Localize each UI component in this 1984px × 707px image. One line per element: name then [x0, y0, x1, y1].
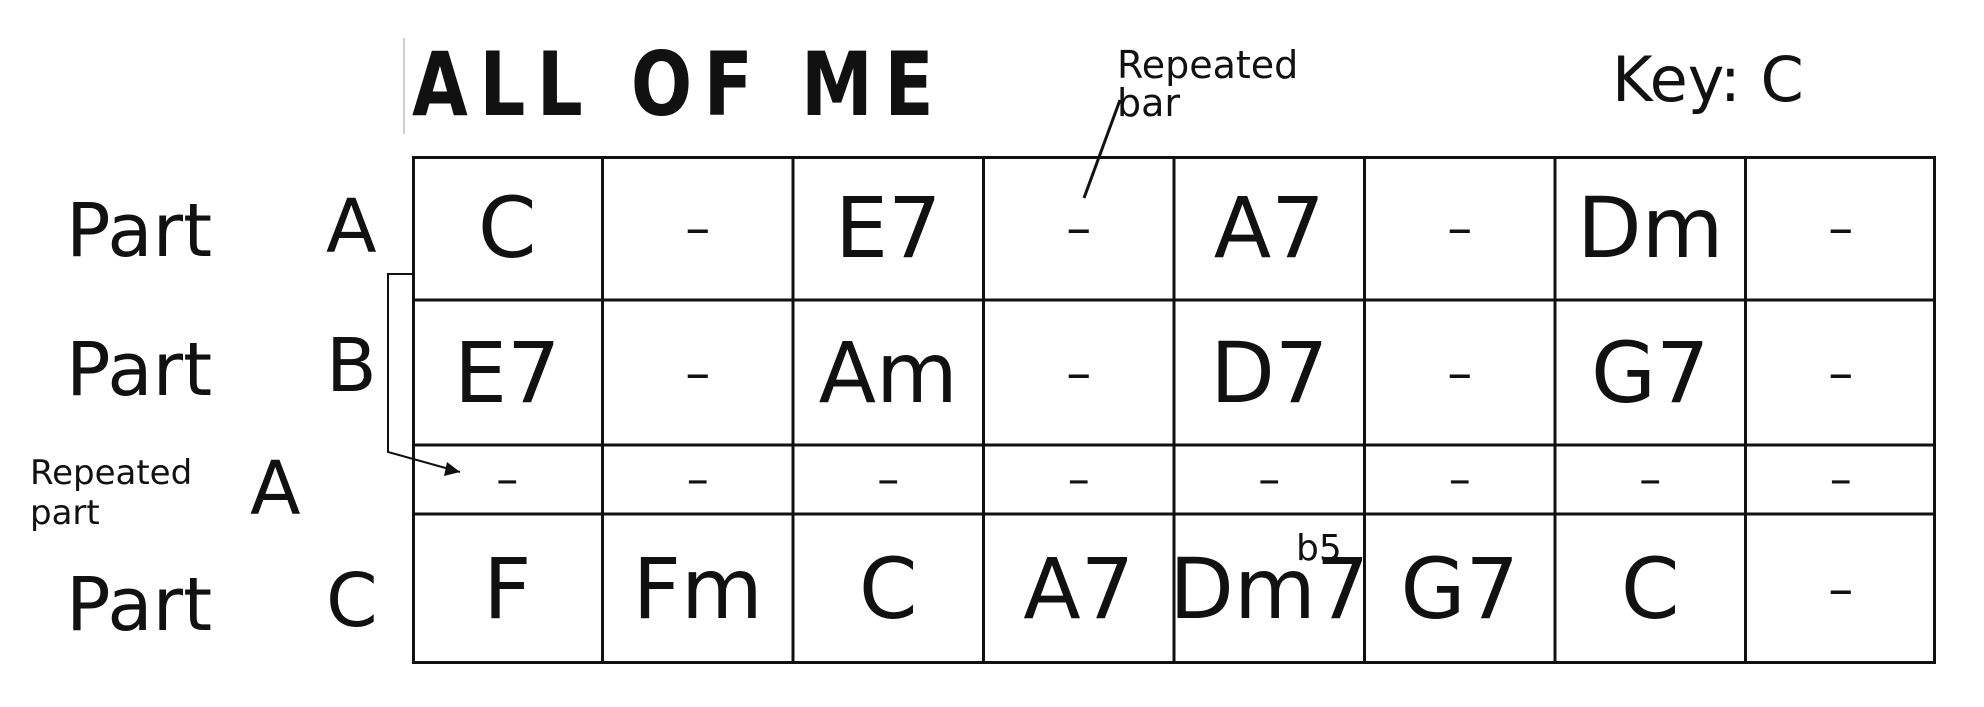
chord-chart: ALL OF ME Key: C Repeated bar Part A Par…: [0, 0, 1984, 707]
chord-cell: G7: [1590, 323, 1710, 422]
chord-cell: –: [1447, 199, 1473, 257]
chord-cell: Am: [818, 323, 958, 422]
chord-cell: –: [1639, 454, 1662, 505]
chord-cell: –: [1258, 454, 1281, 505]
chord-cell: E7: [453, 323, 561, 422]
chord-cell: C: [1620, 540, 1680, 638]
chord-cell: –: [496, 454, 519, 505]
chord-cell: Fm: [632, 540, 763, 638]
chord-cell: –: [877, 454, 900, 505]
chord-cell: –: [1067, 454, 1090, 505]
chord-cell: F: [483, 540, 532, 638]
chord-cell: –: [685, 343, 711, 402]
chord-cell: –: [1447, 343, 1473, 402]
chord-cell: –: [1828, 560, 1854, 618]
chord-cell: –: [1448, 454, 1471, 505]
chord-cell: –: [1829, 454, 1852, 505]
chord-cell: –: [1828, 343, 1854, 402]
chord-cell: D7: [1210, 323, 1329, 422]
chord-cell: –: [1828, 199, 1854, 257]
chord-cell: A7: [1023, 540, 1135, 638]
chord-cell: Dm: [1576, 179, 1724, 277]
chord-cell: –: [1066, 199, 1092, 257]
chord-cell: C: [858, 540, 918, 638]
chord-cell: –: [685, 199, 711, 257]
chord-cell: C: [477, 179, 537, 277]
flat-five-superscript: b5: [1296, 528, 1342, 569]
chord-cell: –: [686, 454, 709, 505]
chord-cell: G7: [1400, 540, 1520, 638]
chord-cell: –: [1066, 343, 1092, 402]
chord-cell: E7: [834, 179, 942, 277]
chord-cell: A7: [1213, 179, 1325, 277]
